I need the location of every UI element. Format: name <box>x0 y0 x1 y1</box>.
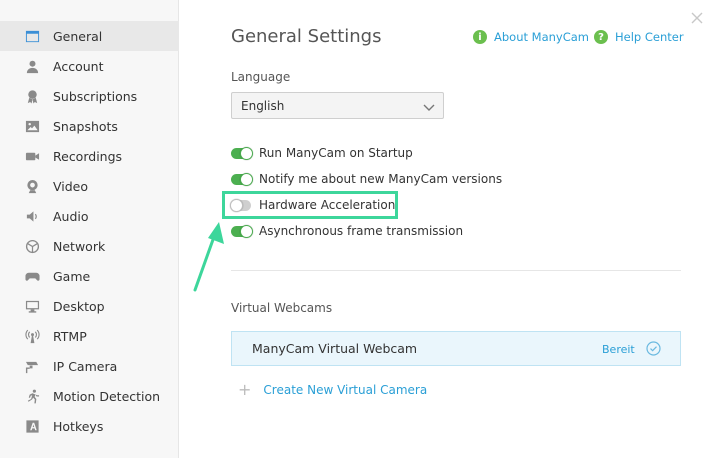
sidebar-item-label: Audio <box>53 208 89 224</box>
window-icon <box>24 28 40 44</box>
toggle-label: Run ManyCam on Startup <box>259 146 413 160</box>
info-icon: i <box>473 30 487 44</box>
check-circle-icon <box>646 341 661 356</box>
language-label: Language <box>231 70 291 84</box>
sidebar-item-subscriptions[interactable]: Subscriptions <box>0 81 179 111</box>
speaker-icon <box>24 208 40 224</box>
chevron-down-icon <box>423 101 435 115</box>
toggle-label: Asynchronous frame transmission <box>259 224 464 238</box>
virtual-webcams-label: Virtual Webcams <box>231 301 333 315</box>
toggle-row-notify: Notify me about new ManyCam versions <box>231 172 502 186</box>
sidebar-item-network[interactable]: Network <box>0 231 179 261</box>
toggle-row-startup: Run ManyCam on Startup <box>231 146 413 160</box>
annotation-arrow-icon <box>193 222 224 292</box>
sidebar-item-account[interactable]: Account <box>0 51 179 81</box>
page-title: General Settings <box>231 26 382 47</box>
sidebar-item-desktop[interactable]: Desktop <box>0 291 179 321</box>
close-button[interactable] <box>690 10 704 24</box>
sidebar-item-label: Account <box>53 58 104 74</box>
plus-icon: + <box>238 380 252 399</box>
sidebar-item-label: IP Camera <box>53 358 118 374</box>
about-manycam-label: About ManyCam <box>494 30 589 44</box>
sidebar-item-recordings[interactable]: Recordings <box>0 141 179 171</box>
help-center-link[interactable]: ? Help Center <box>594 30 684 44</box>
user-icon <box>24 58 40 74</box>
async-frame-toggle[interactable] <box>231 224 253 238</box>
video-camera-icon <box>24 148 40 164</box>
sidebar-item-label: General <box>53 28 103 44</box>
award-icon <box>24 88 40 104</box>
broadcast-icon <box>24 328 40 344</box>
sidebar-item-game[interactable]: Game <box>0 261 179 291</box>
sidebar-item-rtmp[interactable]: RTMP <box>0 321 179 351</box>
notify-toggle[interactable] <box>231 172 253 186</box>
security-camera-icon <box>24 358 40 374</box>
create-virtual-camera-label: Create New Virtual Camera <box>263 383 428 397</box>
toggle-label: Notify me about new ManyCam versions <box>259 172 503 186</box>
help-icon: ? <box>594 30 608 44</box>
sidebar-item-label: Network <box>53 238 106 254</box>
sidebar-item-label: Subscriptions <box>53 88 138 104</box>
sidebar-item-hotkeys[interactable]: Hotkeys <box>0 411 179 441</box>
sidebar-item-ip-camera[interactable]: IP Camera <box>0 351 179 381</box>
sidebar-item-label: RTMP <box>53 328 87 344</box>
sidebar-item-general[interactable]: General <box>0 21 179 51</box>
help-center-label: Help Center <box>615 30 684 44</box>
sidebar-item-audio[interactable]: Audio <box>0 201 179 231</box>
network-icon <box>24 238 40 254</box>
sidebar-item-snapshots[interactable]: Snapshots <box>0 111 179 141</box>
sidebar-item-label: Motion Detection <box>53 388 161 404</box>
startup-toggle[interactable] <box>231 146 253 160</box>
about-manycam-link[interactable]: i About ManyCam <box>473 30 589 44</box>
language-select[interactable]: English <box>231 92 444 119</box>
virtual-webcam-status: Bereit <box>602 343 635 356</box>
webcam-icon <box>24 178 40 194</box>
sidebar-item-label: Recordings <box>53 148 123 164</box>
monitor-icon <box>24 298 40 314</box>
sidebar-item-video[interactable]: Video <box>0 171 179 201</box>
create-virtual-camera-button[interactable]: + Create New Virtual Camera <box>238 382 427 398</box>
language-selected-value: English <box>241 98 285 113</box>
sidebar-item-label: Game <box>53 268 91 284</box>
sidebar-item-label: Hotkeys <box>53 418 104 434</box>
image-icon <box>24 118 40 134</box>
sidebar-item-label: Video <box>53 178 89 194</box>
virtual-webcam-name: ManyCam Virtual Webcam <box>252 341 418 356</box>
keyboard-key-icon <box>24 418 40 434</box>
divider <box>231 270 681 271</box>
close-icon <box>691 12 703 24</box>
sidebar: General Account Subscriptions Snapshots … <box>0 0 179 458</box>
toggle-row-async-frame: Asynchronous frame transmission <box>231 224 463 238</box>
sidebar-item-label: Desktop <box>53 298 105 314</box>
sidebar-item-motion-detection[interactable]: Motion Detection <box>0 381 179 411</box>
sidebar-item-label: Snapshots <box>53 118 118 134</box>
running-icon <box>24 388 40 404</box>
gamepad-icon <box>24 268 40 284</box>
highlight-box <box>222 191 398 219</box>
